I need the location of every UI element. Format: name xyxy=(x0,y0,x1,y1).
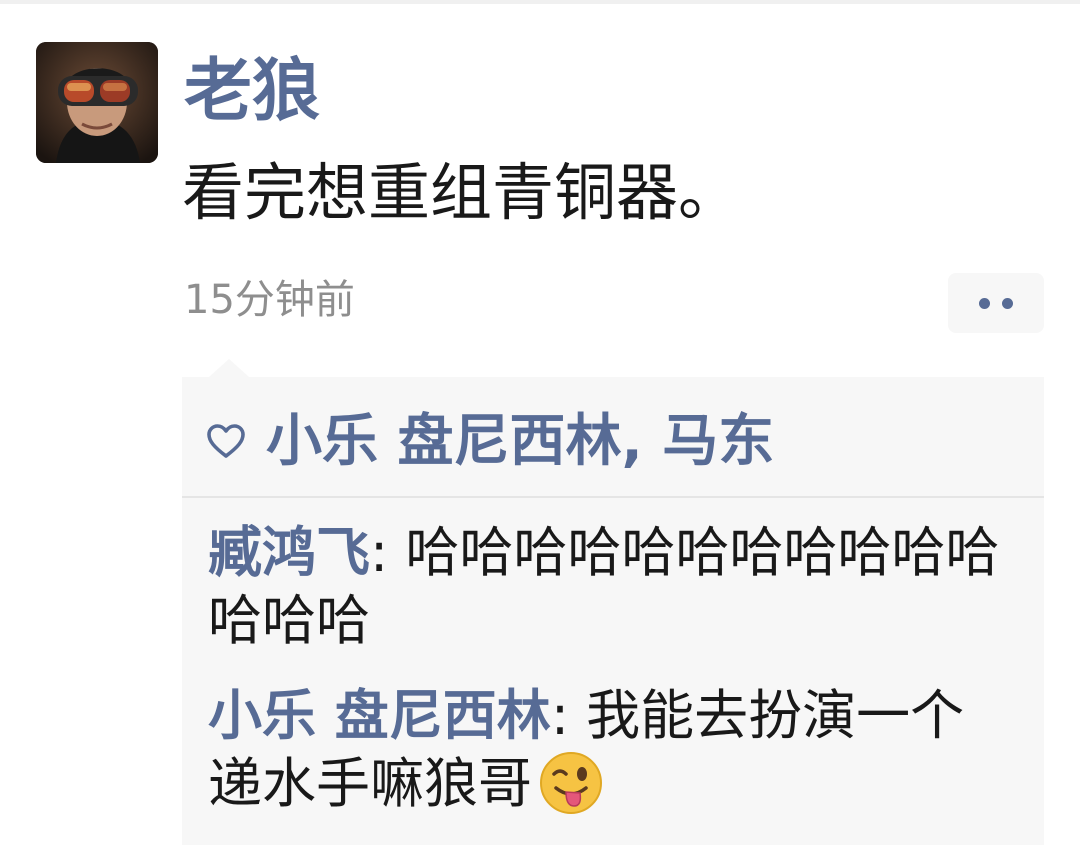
comment-item[interactable]: 小乐 盘尼西林: 我能去扮演一个递水手嘛狼哥 xyxy=(208,682,1008,818)
more-dots-icon xyxy=(1002,297,1013,309)
winking-tongue-emoji-icon xyxy=(540,752,602,815)
comment-separator: : xyxy=(370,521,406,584)
author-name[interactable]: 老狼 xyxy=(184,52,320,132)
likes-row: 小乐 盘尼西林, 马东 xyxy=(206,407,774,477)
top-divider xyxy=(0,0,1080,4)
comment-author[interactable]: 臧鸿飞 xyxy=(208,521,370,584)
comment-item[interactable]: 臧鸿飞: 哈哈哈哈哈哈哈哈哈哈哈哈哈哈 xyxy=(208,519,1008,655)
avatar-photo xyxy=(36,42,158,163)
more-dots-icon xyxy=(979,297,990,309)
moments-post: 老狼 看完想重组青铜器。 15分钟前 小乐 盘尼西林, 马东 臧鸿飞: 哈哈哈哈… xyxy=(0,0,1080,845)
heart-outline-icon xyxy=(207,424,245,458)
post-text: 看完想重组青铜器。 xyxy=(182,156,741,229)
likes-names[interactable]: 小乐 盘尼西林, 马东 xyxy=(266,407,774,477)
comment-author[interactable]: 小乐 盘尼西林 xyxy=(208,684,551,747)
avatar[interactable] xyxy=(36,42,158,163)
more-button[interactable] xyxy=(948,273,1044,333)
comment-box-arrow xyxy=(209,359,249,377)
post-timestamp: 15分钟前 xyxy=(184,277,355,323)
likes-divider xyxy=(182,496,1044,498)
comment-separator: : xyxy=(550,684,587,747)
